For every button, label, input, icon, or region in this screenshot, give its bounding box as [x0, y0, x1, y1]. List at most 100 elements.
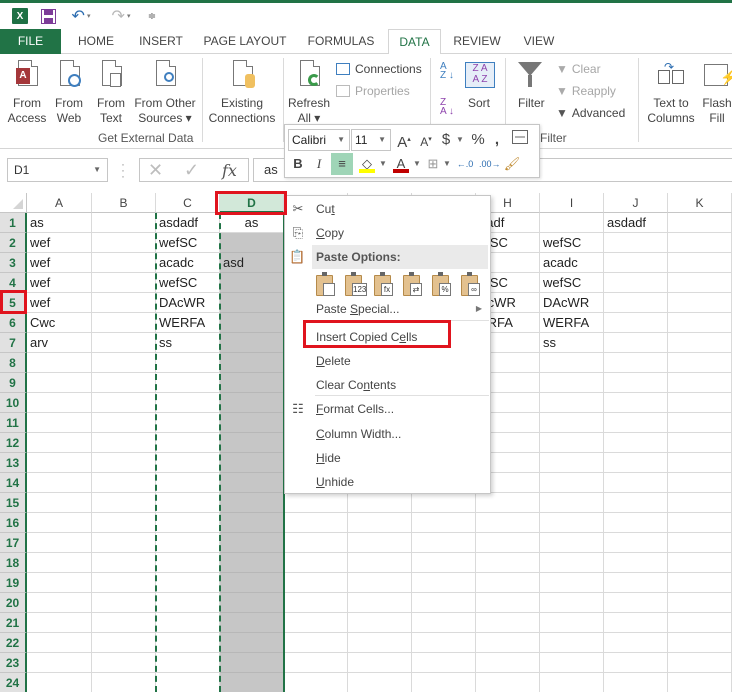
cell-c23[interactable] — [156, 653, 220, 673]
cell-k9[interactable] — [668, 373, 732, 393]
tab-data[interactable]: DATA — [388, 29, 441, 55]
menu-item-paste-special[interactable]: Paste Special... ▶ — [285, 297, 490, 321]
row-header-1[interactable]: 1 — [0, 213, 27, 233]
column-header-b[interactable]: B — [92, 193, 156, 213]
cell-h18[interactable] — [476, 553, 540, 573]
cell-d11[interactable] — [220, 413, 284, 433]
cell-hidden[interactable] — [348, 593, 412, 613]
font-color-dropdown-icon[interactable]: ▼ — [412, 153, 422, 175]
cell-b23[interactable] — [92, 653, 156, 673]
cell-b12[interactable] — [92, 433, 156, 453]
row-header-9[interactable]: 9 — [0, 373, 27, 393]
redo-dropdown-icon[interactable]: ▾ — [127, 12, 131, 20]
name-box-dropdown-icon[interactable]: ▼ — [93, 159, 101, 181]
cell-a8[interactable] — [27, 353, 92, 373]
cell-hidden[interactable] — [412, 633, 476, 653]
cell-b21[interactable] — [92, 613, 156, 633]
cell-c12[interactable] — [156, 433, 220, 453]
cell-i4[interactable]: wefSC — [540, 273, 604, 293]
cell-d2[interactable] — [220, 233, 284, 253]
row-header-19[interactable]: 19 — [0, 573, 27, 593]
italic-button[interactable]: I — [311, 153, 327, 175]
cell-i10[interactable] — [540, 393, 604, 413]
refresh-all-button[interactable]: Refresh All ▾ — [286, 60, 332, 126]
cell-c2[interactable]: wefSC — [156, 233, 220, 253]
cell-b3[interactable] — [92, 253, 156, 273]
cell-d21[interactable] — [220, 613, 284, 633]
menu-item-delete[interactable]: Delete — [285, 349, 490, 373]
borders-icon[interactable]: ⊞ — [425, 153, 441, 175]
cell-d13[interactable] — [220, 453, 284, 473]
cell-k20[interactable] — [668, 593, 732, 613]
cell-j5[interactable] — [604, 293, 668, 313]
cell-b22[interactable] — [92, 633, 156, 653]
cell-i13[interactable] — [540, 453, 604, 473]
cell-j6[interactable] — [604, 313, 668, 333]
cell-b10[interactable] — [92, 393, 156, 413]
insert-function-icon[interactable]: fx — [222, 161, 237, 180]
cell-j20[interactable] — [604, 593, 668, 613]
cell-hidden[interactable] — [412, 613, 476, 633]
column-header-i[interactable]: I — [540, 193, 604, 213]
cell-i15[interactable] — [540, 493, 604, 513]
cell-k5[interactable] — [668, 293, 732, 313]
text-to-columns-button[interactable]: ↷ Text to Columns — [643, 60, 699, 126]
row-header-3[interactable]: 3 — [0, 253, 27, 273]
cell-h21[interactable] — [476, 613, 540, 633]
cell-c19[interactable] — [156, 573, 220, 593]
tab-home[interactable]: HOME — [68, 29, 124, 54]
undo-icon[interactable]: ↶ ▾ — [68, 7, 94, 25]
menu-item-copy[interactable]: ⎘ Copy — [285, 221, 490, 245]
reapply-button[interactable]: ▼ Reapply — [556, 82, 616, 100]
row-header-23[interactable]: 23 — [0, 653, 27, 673]
undo-dropdown-icon[interactable]: ▾ — [87, 12, 91, 20]
row-header-22[interactable]: 22 — [0, 633, 27, 653]
cell-a1[interactable]: as — [27, 213, 92, 233]
from-other-sources-button[interactable]: From Other Sources ▾ — [132, 60, 198, 126]
cell-b2[interactable] — [92, 233, 156, 253]
paste-transpose-icon[interactable]: ⇄ — [402, 272, 424, 298]
cell-h24[interactable] — [476, 673, 540, 692]
borders-dropdown-icon[interactable]: ▼ — [442, 153, 452, 175]
cell-d24[interactable] — [220, 673, 284, 692]
cell-a14[interactable] — [27, 473, 92, 493]
menu-item-cut[interactable]: ✂ Cut — [285, 197, 490, 221]
cell-a21[interactable] — [27, 613, 92, 633]
cell-k13[interactable] — [668, 453, 732, 473]
cell-j18[interactable] — [604, 553, 668, 573]
row-header-15[interactable]: 15 — [0, 493, 27, 513]
row-header-10[interactable]: 10 — [0, 393, 27, 413]
increase-decimal-icon[interactable]: ←.0 — [455, 153, 475, 175]
cell-c11[interactable] — [156, 413, 220, 433]
row-header-2[interactable]: 2 — [0, 233, 27, 253]
cell-hidden[interactable] — [284, 613, 348, 633]
cell-hidden[interactable] — [412, 533, 476, 553]
cell-j4[interactable] — [604, 273, 668, 293]
cell-c4[interactable]: wefSC — [156, 273, 220, 293]
percent-button[interactable]: % — [469, 129, 487, 151]
cell-i17[interactable] — [540, 533, 604, 553]
cell-a12[interactable] — [27, 433, 92, 453]
cell-hidden[interactable] — [348, 633, 412, 653]
decrease-decimal-icon[interactable]: .00→ — [479, 153, 501, 175]
cell-c17[interactable] — [156, 533, 220, 553]
cell-a11[interactable] — [27, 413, 92, 433]
cell-h22[interactable] — [476, 633, 540, 653]
cell-d9[interactable] — [220, 373, 284, 393]
cell-hidden[interactable] — [348, 513, 412, 533]
cell-i9[interactable] — [540, 373, 604, 393]
filter-button[interactable]: Filter — [518, 94, 545, 112]
cell-a5[interactable]: wef — [27, 293, 92, 313]
cell-d20[interactable] — [220, 593, 284, 613]
cell-i6[interactable]: WERFA — [540, 313, 604, 333]
cell-a20[interactable] — [27, 593, 92, 613]
cell-b17[interactable] — [92, 533, 156, 553]
cell-hidden[interactable] — [284, 593, 348, 613]
cell-c21[interactable] — [156, 613, 220, 633]
font-name-select[interactable]: Calibri ▼ — [288, 129, 350, 151]
connections-button[interactable]: Connections — [336, 60, 422, 78]
cell-k12[interactable] — [668, 433, 732, 453]
save-icon[interactable] — [40, 7, 56, 25]
cell-b8[interactable] — [92, 353, 156, 373]
cell-d1[interactable]: as — [220, 213, 284, 233]
